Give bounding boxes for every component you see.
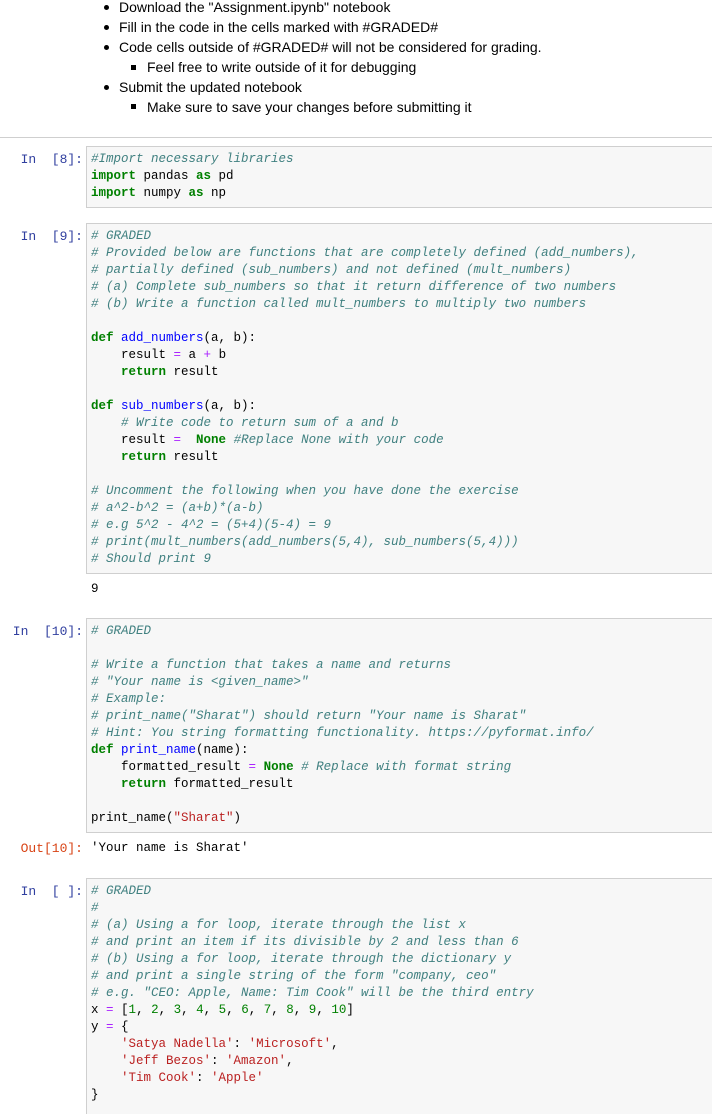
input-prompt: In [ ]:: [20, 884, 83, 899]
output-prompt: Out[10]:: [20, 841, 83, 856]
bullet-icon: [104, 45, 109, 50]
instruction-item: Fill in the code in the cells marked wit…: [119, 19, 439, 35]
bullet-icon: [104, 25, 109, 30]
input-prompt: In [9]:: [20, 229, 83, 244]
input-prompt: In [8]:: [20, 152, 83, 167]
bullet-icon: [104, 5, 109, 10]
instruction-subitem: Feel free to write outside of it for deb…: [147, 59, 417, 75]
code-editor[interactable]: # GRADED # Provided below are functions …: [91, 228, 639, 568]
instruction-subitem: Make sure to save your changes before su…: [147, 99, 472, 115]
square-bullet-icon: [131, 104, 136, 109]
cell-output: 9: [91, 582, 99, 596]
instruction-item: Download the "Assignment.ipynb" notebook: [119, 0, 391, 15]
code-editor[interactable]: # GRADED # Write a function that takes a…: [91, 623, 594, 827]
instruction-item: Code cells outside of #GRADED# will not …: [119, 39, 542, 55]
instructions-markdown: Download the "Assignment.ipynb" notebook…: [0, 0, 712, 122]
input-prompt: In [10]:: [12, 624, 83, 639]
bullet-icon: [104, 85, 109, 90]
divider: [0, 137, 712, 138]
code-editor[interactable]: #Import necessary libraries import panda…: [91, 151, 294, 202]
instruction-item: Submit the updated notebook: [119, 79, 302, 95]
code-editor[interactable]: # GRADED # # (a) Using a for loop, itera…: [91, 883, 534, 1104]
square-bullet-icon: [131, 65, 136, 70]
cell-output: 'Your name is Sharat': [91, 841, 249, 855]
